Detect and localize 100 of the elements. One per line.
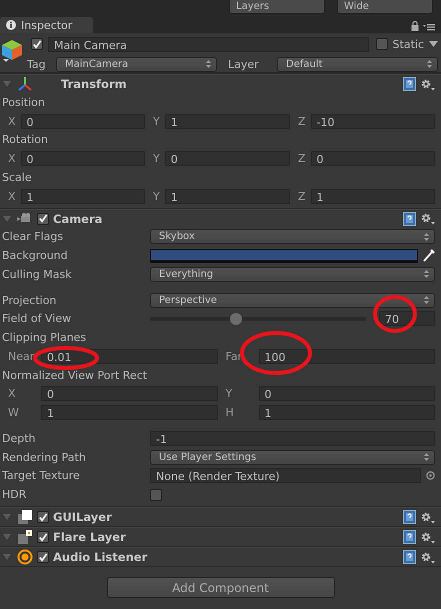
help-icon[interactable] [403, 550, 416, 564]
active-checkbox[interactable] [31, 38, 43, 50]
annotation-circle [33, 346, 99, 370]
number-field[interactable]: 1 [164, 114, 290, 129]
axis-label: H [226, 406, 235, 420]
property-label: HDR [2, 488, 28, 502]
property-dropdown[interactable]: Use Player Settings [150, 450, 435, 465]
property-label: Rendering Path [2, 450, 87, 464]
number-field[interactable]: -10 [310, 114, 435, 129]
number-field[interactable]: 0 [310, 151, 435, 166]
enable-checkbox[interactable] [37, 511, 49, 523]
property-label: Target Texture [2, 469, 81, 482]
property-dropdown[interactable]: Everything [150, 266, 435, 282]
axis-label: Z [298, 114, 306, 128]
axis-label: X [8, 190, 16, 203]
info-icon [6, 20, 16, 30]
component-title: Camera [53, 212, 102, 226]
hdr-checkbox[interactable] [150, 488, 162, 501]
layer-dropdown[interactable]: Default [277, 56, 438, 72]
axis-label: Z [298, 190, 306, 203]
caret-icon[interactable] [429, 41, 438, 47]
object-picker-icon[interactable] [426, 471, 435, 480]
number-field[interactable]: 1 [258, 405, 435, 420]
name-field[interactable]: Main Camera [48, 36, 369, 52]
layer-label: Layer [228, 58, 260, 70]
component-title: GUILayer [53, 510, 112, 524]
annotation-circle [240, 331, 312, 375]
axis-label: Y [153, 190, 160, 203]
property-label: Depth [2, 432, 37, 445]
tag-label: Tag [27, 58, 47, 70]
toolbar-dropdown[interactable]: Wide [337, 0, 433, 14]
number-field[interactable]: 70 [379, 311, 435, 326]
number-field[interactable]: 0 [258, 386, 435, 402]
menu-icon[interactable] [423, 23, 435, 31]
property-label: Projection [2, 294, 58, 307]
property-dropdown[interactable]: Perspective [150, 292, 435, 308]
add-component-button[interactable]: Add Component [106, 577, 334, 598]
number-field[interactable]: 0 [164, 151, 290, 166]
dropdown-arrows-icon [424, 453, 429, 462]
tag-dropdown[interactable]: MainCamera [56, 56, 217, 72]
number-field[interactable]: 1 [310, 188, 435, 204]
dropdown-arrows-icon [424, 296, 429, 304]
help-icon[interactable] [403, 510, 416, 524]
number-field[interactable]: 1 [164, 188, 290, 204]
dropdown-arrows-icon [427, 60, 432, 68]
axis-label: Y [153, 152, 160, 166]
property-label: Rotation [2, 133, 48, 146]
lock-icon[interactable] [411, 21, 419, 31]
number-field[interactable]: 100 [258, 348, 435, 364]
property-label: Background [2, 249, 69, 262]
property-dropdown[interactable]: Skybox [150, 229, 435, 244]
gear-icon[interactable] [420, 78, 435, 90]
number-field[interactable]: 1 [41, 405, 218, 420]
component-title: Flare Layer [53, 530, 126, 544]
toolbar-dropdown[interactable]: Layers [229, 0, 325, 14]
axis-label: Far [226, 350, 244, 363]
help-icon[interactable] [403, 77, 416, 91]
help-icon[interactable] [403, 212, 416, 226]
gear-icon[interactable] [420, 212, 435, 225]
component-title: Audio Listener [53, 550, 148, 564]
static-label: Static [392, 38, 424, 50]
property-label: Position [2, 96, 45, 109]
number-field[interactable]: 0 [20, 114, 145, 129]
property-label: Clear Flags [2, 230, 64, 244]
enable-checkbox[interactable] [37, 551, 49, 563]
enable-checkbox[interactable] [37, 531, 49, 543]
slider-thumb[interactable] [230, 312, 242, 325]
number-field[interactable]: 0 [41, 386, 218, 402]
number-field[interactable]: 0 [20, 151, 145, 166]
flare-layer-icon [17, 529, 33, 545]
number-field[interactable]: 0.01 [41, 348, 218, 364]
axis-label: W [8, 406, 20, 420]
layers-icon [17, 509, 33, 525]
gear-icon[interactable] [420, 550, 435, 564]
inspector-tab[interactable]: Inspector [0, 17, 93, 33]
camera-icon [17, 212, 33, 224]
axis-label: X [8, 114, 16, 128]
property-label: Normalized View Port Rect [2, 368, 148, 382]
color-swatch[interactable] [150, 248, 418, 263]
axis-label: Y [226, 387, 234, 400]
component-title: Transform [61, 77, 127, 91]
object-field[interactable]: None (Render Texture) [150, 468, 421, 484]
axis-label: X [8, 152, 16, 166]
enable-checkbox[interactable] [37, 212, 49, 224]
dropdown-arrows-icon [206, 60, 211, 68]
number-field[interactable]: 1 [20, 188, 145, 204]
number-field[interactable]: -1 [150, 430, 435, 446]
dropdown-arrows-icon [424, 270, 429, 278]
help-icon[interactable] [403, 530, 416, 544]
static-checkbox[interactable] [376, 38, 388, 50]
audio-listener-icon [17, 549, 33, 565]
gear-icon[interactable] [420, 530, 435, 544]
cube-icon [1, 39, 23, 65]
axes-icon [17, 76, 33, 92]
gear-icon[interactable] [420, 510, 435, 524]
annotation-circle [373, 295, 417, 333]
property-label: Field of View [2, 312, 72, 326]
eyedropper-icon[interactable] [423, 249, 435, 262]
property-label: Clipping Planes [2, 331, 86, 344]
axis-label: Z [298, 152, 306, 166]
